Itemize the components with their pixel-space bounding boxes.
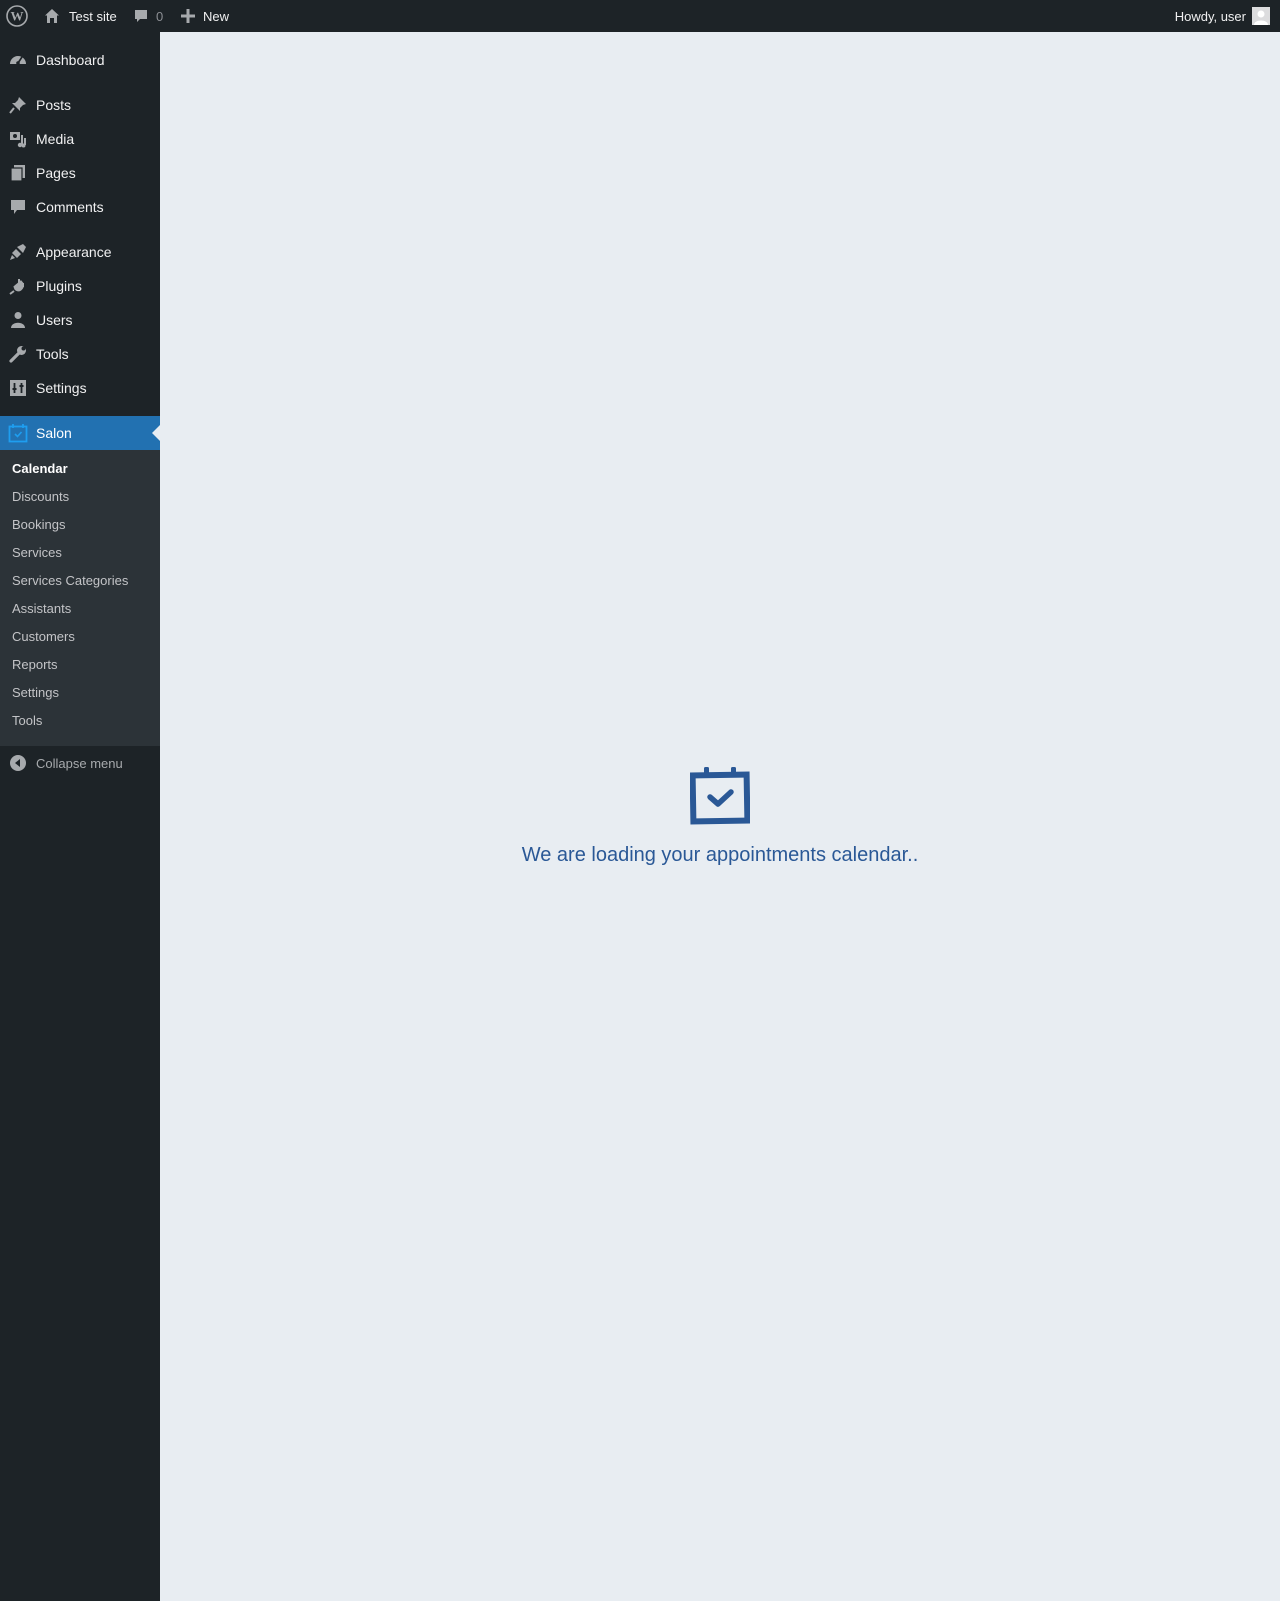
collapse-arrow-icon	[8, 753, 28, 773]
calendar-icon	[8, 423, 28, 443]
submenu-item-discounts[interactable]: Discounts	[12, 487, 69, 507]
new-content-link[interactable]: New	[181, 0, 229, 32]
menu-item-salon[interactable]: Salon	[0, 416, 160, 450]
submenu-item-reports[interactable]: Reports	[12, 655, 58, 675]
menu-item-comments[interactable]: Comments	[0, 190, 160, 224]
user-icon	[8, 310, 28, 330]
menu-label-settings: Settings	[36, 380, 87, 396]
avatar-user-icon	[1252, 7, 1270, 25]
menu-label-appearance: Appearance	[36, 244, 112, 260]
plus-icon	[181, 9, 195, 23]
site-name-label: Test site	[69, 8, 117, 24]
site-name-link[interactable]: Test site	[43, 0, 117, 32]
submenu-item-services[interactable]: Services	[12, 543, 62, 563]
admin-bar: W Test site 0 New Howdy, user	[0, 0, 1280, 32]
submenu-item-services-categories[interactable]: Services Categories	[12, 571, 128, 591]
menu-label-users: Users	[36, 312, 73, 328]
menu-item-pages[interactable]: Pages	[0, 156, 160, 190]
collapse-menu-label: Collapse menu	[36, 755, 123, 771]
menu-item-plugins[interactable]: Plugins	[0, 269, 160, 303]
user-account-menu[interactable]: Howdy, user	[1175, 0, 1270, 32]
admin-sidebar: Dashboard Posts Media Pages Comments App…	[0, 32, 160, 1601]
settings-icon	[8, 378, 28, 398]
plugin-icon	[8, 276, 28, 296]
media-icon	[8, 129, 28, 149]
menu-label-dashboard: Dashboard	[36, 52, 105, 68]
wordpress-logo-button[interactable]: W	[6, 0, 28, 32]
comments-link[interactable]: 0	[133, 0, 163, 32]
submenu-item-settings[interactable]: Settings	[12, 683, 59, 703]
loading-message: We are loading your appointments calenda…	[521, 844, 919, 866]
salon-submenu: Calendar Discounts Bookings Services Ser…	[0, 450, 160, 746]
menu-label-comments: Comments	[36, 199, 104, 215]
menu-label-pages: Pages	[36, 165, 76, 181]
submenu-item-tools[interactable]: Tools	[12, 711, 42, 731]
menu-item-settings[interactable]: Settings	[0, 371, 160, 405]
menu-item-dashboard[interactable]: Dashboard	[0, 43, 160, 77]
menu-item-tools[interactable]: Tools	[0, 337, 160, 371]
submenu-item-assistants[interactable]: Assistants	[12, 599, 71, 619]
howdy-label: Howdy, user	[1174, 8, 1246, 24]
calendar-check-icon	[690, 767, 750, 825]
menu-label-plugins: Plugins	[36, 278, 82, 294]
submenu-item-bookings[interactable]: Bookings	[12, 515, 65, 535]
wordpress-logo-icon: W	[6, 5, 28, 27]
menu-item-appearance[interactable]: Appearance	[0, 235, 160, 269]
comment-icon	[8, 197, 28, 217]
comments-count: 0	[156, 8, 164, 24]
submenu-item-calendar[interactable]: Calendar	[12, 459, 68, 479]
pages-icon	[8, 163, 28, 183]
menu-item-posts[interactable]: Posts	[0, 88, 160, 122]
menu-label-tools: Tools	[36, 346, 69, 362]
brush-icon	[8, 242, 28, 262]
home-icon	[45, 9, 59, 23]
calendar-loading-area: We are loading your appointments calenda…	[160, 32, 1280, 1601]
dashboard-icon	[8, 50, 28, 70]
new-label: New	[203, 8, 230, 24]
submenu-item-customers[interactable]: Customers	[12, 627, 75, 647]
wrench-icon	[8, 344, 28, 364]
comment-bubble-icon	[135, 10, 147, 22]
collapse-menu-button[interactable]: Collapse menu	[0, 746, 160, 780]
menu-label-salon: Salon	[36, 425, 72, 441]
pin-icon	[8, 95, 28, 115]
menu-label-media: Media	[36, 131, 75, 147]
menu-item-users[interactable]: Users	[0, 303, 160, 337]
avatar	[1252, 7, 1270, 25]
menu-item-media[interactable]: Media	[0, 122, 160, 156]
menu-label-posts: Posts	[36, 97, 72, 113]
svg-text:W: W	[11, 9, 24, 24]
